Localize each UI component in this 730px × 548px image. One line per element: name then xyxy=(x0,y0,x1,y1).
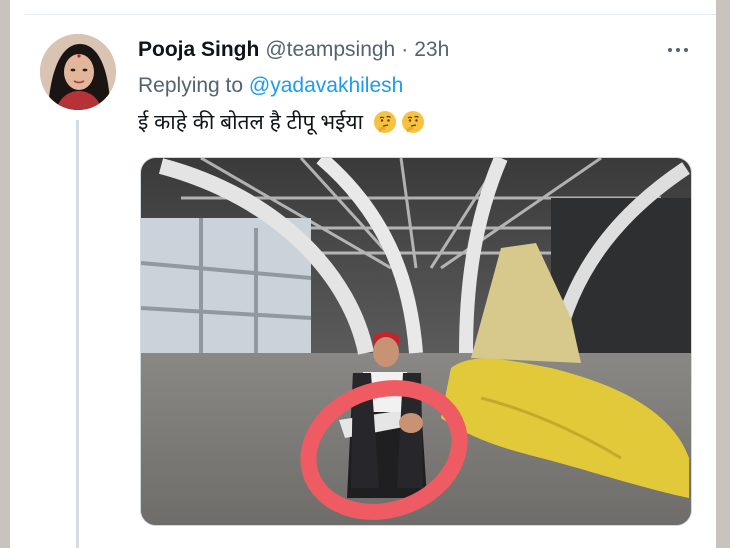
avatar-image xyxy=(40,34,116,110)
thread-connector xyxy=(76,120,79,548)
replying-to-line: Replying to @yadavakhilesh xyxy=(138,74,403,98)
photo-scene xyxy=(141,158,691,525)
avatar[interactable] xyxy=(40,34,116,110)
tweet-header: Pooja Singh @teampsingh · 23h xyxy=(138,36,449,64)
thinking-face-icon xyxy=(402,111,425,133)
tweet-timestamp[interactable]: 23h xyxy=(414,38,449,62)
more-options-icon[interactable] xyxy=(660,36,696,64)
replying-label: Replying to xyxy=(138,74,244,97)
tweet-media-photo[interactable] xyxy=(140,157,692,526)
divider xyxy=(24,14,716,15)
tweet-text-content: ई काहे की बोतल है टीपू भईया xyxy=(138,111,364,134)
tweet-card[interactable]: Pooja Singh @teampsingh · 23h Replying t… xyxy=(10,0,716,548)
author-handle[interactable]: @teampsingh xyxy=(265,38,395,62)
reply-mention-link[interactable]: @yadavakhilesh xyxy=(249,74,403,97)
author-name[interactable]: Pooja Singh xyxy=(138,38,259,62)
action-bar-partial xyxy=(140,536,690,548)
thinking-face-icon xyxy=(374,111,397,133)
separator-dot: · xyxy=(401,38,409,61)
tweet-text: ई काहे की बोतल है टीपू भईया xyxy=(138,108,425,136)
